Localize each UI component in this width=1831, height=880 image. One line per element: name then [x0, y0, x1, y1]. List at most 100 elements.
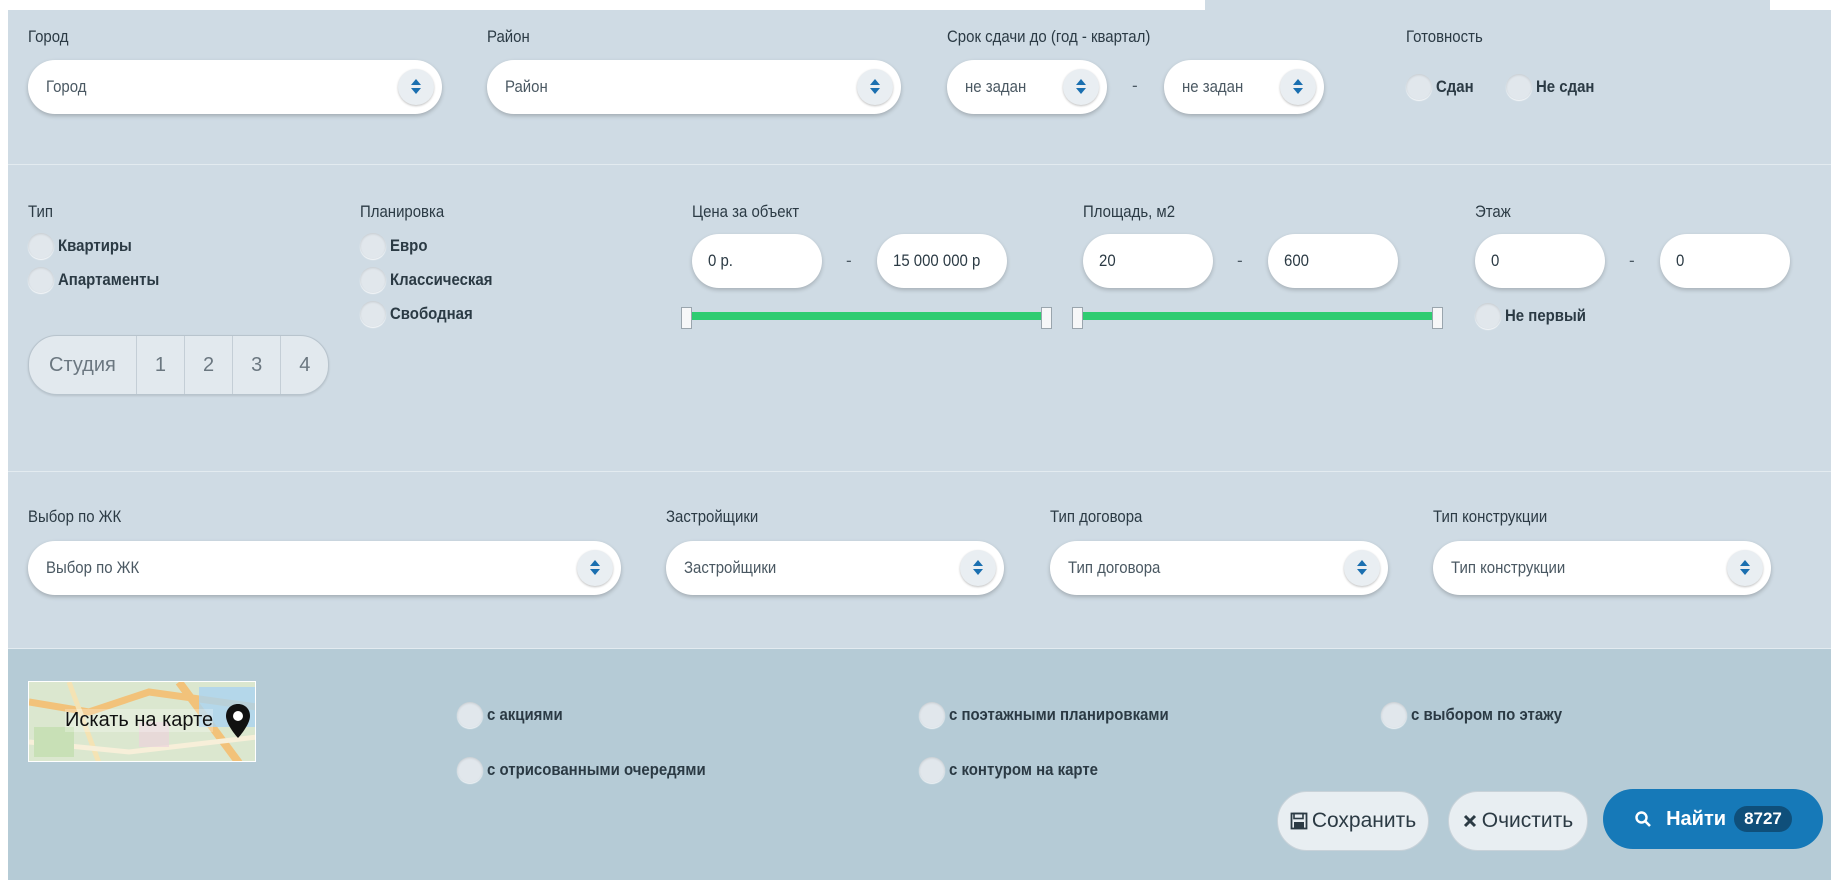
chevron-updown-icon [1344, 550, 1380, 586]
option-label: с акциями [487, 705, 563, 724]
map-search-label: Искать на карте [65, 709, 214, 732]
radio-circle [457, 757, 483, 783]
clear-label: Очистить [1481, 809, 1574, 832]
city-select[interactable]: Город [28, 60, 442, 114]
option-label: Евро [390, 236, 428, 255]
readiness-option-not-built[interactable]: Не сдан [1506, 74, 1602, 100]
area-from-input[interactable]: 20 [1083, 234, 1213, 288]
room-option-1[interactable]: 1 [135, 336, 184, 394]
readiness-option-built[interactable]: Сдан [1406, 74, 1479, 100]
radio-circle [457, 702, 483, 728]
layout-option-euro[interactable]: Евро [360, 233, 433, 259]
price-label: Цена за объект [692, 202, 800, 221]
area-range-slider[interactable] [1072, 307, 1443, 329]
save-label: Сохранить [1311, 809, 1417, 832]
option-with-floor-choice[interactable]: с выбором по этажу [1381, 702, 1583, 728]
area-label: Площадь, м2 [1083, 202, 1176, 221]
city-label: Город [28, 27, 69, 46]
complex-label: Выбор по ЖК [28, 507, 122, 526]
contract-label: Тип договора [1050, 507, 1143, 526]
slider-track [687, 312, 1046, 320]
radio-circle [28, 267, 54, 293]
radio-circle [1406, 74, 1432, 100]
radio-circle [360, 267, 386, 293]
construction-placeholder: Тип конструкции [1451, 558, 1566, 577]
floor-to-input[interactable]: 0 [1660, 234, 1790, 288]
clear-x-icon [1463, 814, 1476, 828]
deadline-from-select[interactable]: не задан [947, 60, 1107, 114]
room-option-studio[interactable]: Студия [29, 336, 136, 394]
layout-label: Планировка [360, 202, 445, 221]
area-to-input[interactable]: 600 [1268, 234, 1398, 288]
price-range-slider[interactable] [681, 307, 1052, 329]
floor-not-first-checkbox[interactable]: Не первый [1475, 303, 1597, 329]
price-from-input[interactable]: 0 р. [692, 234, 822, 288]
slider-handle-max[interactable] [1041, 307, 1052, 329]
district-select[interactable]: Район [487, 60, 901, 114]
chevron-updown-icon [1280, 69, 1316, 105]
rooms-segmented-control: Студия 1 2 3 4 [28, 335, 330, 395]
complex-select[interactable]: Выбор по ЖК [28, 541, 621, 595]
floor-from-input[interactable]: 0 [1475, 234, 1605, 288]
search-icon [1635, 811, 1652, 827]
district-label: Район [487, 27, 530, 46]
slider-track [1078, 312, 1437, 320]
layout-option-classic[interactable]: Классическая [360, 267, 506, 293]
map-search-link[interactable]: Искать на карте [28, 681, 256, 762]
radio-circle [919, 702, 945, 728]
type-option-aparthotels[interactable]: Апартаменты [28, 267, 173, 293]
developers-label: Застройщики [666, 507, 759, 526]
district-placeholder: Район [505, 77, 548, 96]
developers-select[interactable]: Застройщики [666, 541, 1004, 595]
developers-placeholder: Застройщики [684, 558, 777, 577]
contract-select[interactable]: Тип договора [1050, 541, 1388, 595]
area-to-value: 600 [1284, 251, 1309, 270]
option-with-phases[interactable]: с отрисованными очередями [457, 757, 735, 783]
type-label: Тип [28, 202, 53, 221]
save-button[interactable]: Сохранить [1277, 791, 1429, 851]
room-option-2[interactable]: 2 [183, 336, 232, 394]
clear-button[interactable]: Очистить [1448, 791, 1588, 851]
price-from-value: 0 р. [708, 251, 733, 270]
option-label: с отрисованными очередями [487, 760, 706, 779]
results-count-badge: 8727 [1734, 806, 1792, 832]
price-to-input[interactable]: 15 000 000 р [877, 234, 1007, 288]
room-option-4[interactable]: 4 [280, 336, 328, 394]
deadline-to-select[interactable]: не задан [1164, 60, 1324, 114]
area-separator: - [1237, 251, 1243, 270]
price-separator: - [846, 251, 852, 270]
deadline-label: Срок сдачи до (год - квартал) [947, 27, 1151, 46]
option-label: Сдан [1436, 77, 1474, 96]
option-label: Свободная [390, 304, 473, 323]
option-with-map-contour[interactable]: с контуром на карте [919, 757, 1118, 783]
floor-separator: - [1629, 251, 1635, 270]
chevron-updown-icon [577, 550, 613, 586]
floor-to-value: 0 [1676, 251, 1685, 270]
option-label: Не сдан [1536, 77, 1595, 96]
top-strip [1205, 0, 1770, 10]
option-label: с поэтажными планировками [949, 705, 1169, 724]
map-pin-icon [226, 704, 250, 738]
option-label: с контуром на карте [949, 760, 1098, 779]
deadline-separator: - [1132, 76, 1138, 95]
room-option-3[interactable]: 3 [232, 336, 280, 394]
option-label: Квартиры [58, 236, 132, 255]
area-from-value: 20 [1099, 251, 1116, 270]
layout-option-free[interactable]: Свободная [360, 301, 484, 327]
slider-handle-min[interactable] [1072, 307, 1083, 329]
search-button[interactable]: Найти 8727 [1603, 789, 1823, 849]
radio-circle [28, 233, 54, 259]
slider-handle-max[interactable] [1432, 307, 1443, 329]
chevron-updown-icon [960, 550, 996, 586]
option-with-promotions[interactable]: с акциями [457, 702, 573, 728]
option-with-floor-plans[interactable]: с поэтажными планировками [919, 702, 1199, 728]
radio-circle [1506, 74, 1532, 100]
type-option-apartments[interactable]: Квартиры [28, 233, 142, 259]
chevron-updown-icon [1063, 69, 1099, 105]
city-placeholder: Город [46, 77, 87, 96]
contract-placeholder: Тип договора [1068, 558, 1161, 577]
slider-handle-min[interactable] [681, 307, 692, 329]
option-label: Не первый [1505, 306, 1586, 325]
chevron-updown-icon [398, 69, 434, 105]
construction-select[interactable]: Тип конструкции [1433, 541, 1771, 595]
